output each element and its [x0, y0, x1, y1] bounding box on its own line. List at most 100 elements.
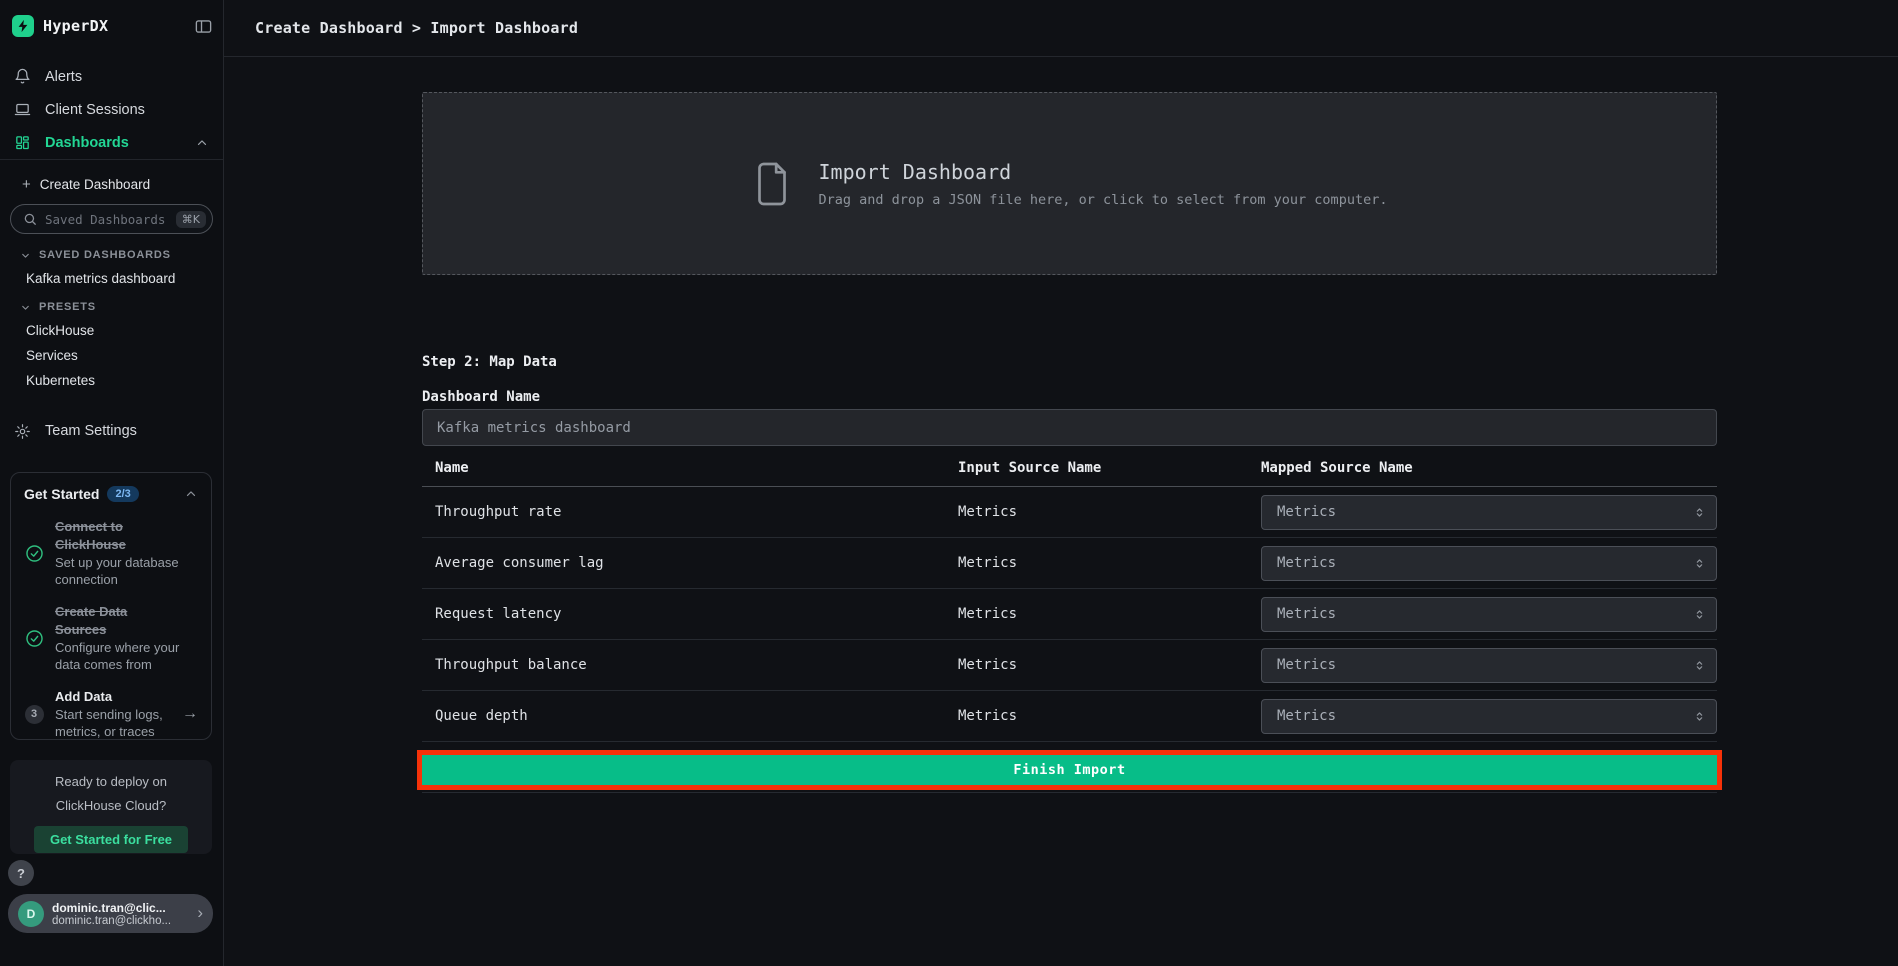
mapped-source-value: Metrics	[1277, 708, 1336, 724]
sidebar-item-team-settings[interactable]: Team Settings	[0, 419, 223, 443]
plus-icon: +	[22, 176, 31, 193]
select-chevrons-icon	[1693, 710, 1706, 723]
create-dashboard-label: Create Dashboard	[40, 177, 150, 192]
select-chevrons-icon	[1693, 557, 1706, 570]
row-name-cell: Throughput rate	[435, 504, 958, 520]
saved-dashboards-search[interactable]: ⌘K	[10, 204, 213, 234]
mapped-source-select[interactable]: Metrics	[1261, 546, 1717, 581]
team-settings-label: Team Settings	[45, 423, 137, 439]
import-dropzone[interactable]: Import Dashboard Drag and drop a JSON fi…	[422, 92, 1717, 275]
dropzone-title: Import Dashboard	[819, 160, 1388, 184]
row-input-source-cell: Metrics	[958, 555, 1261, 571]
file-icon	[752, 159, 792, 209]
step-create-data-sources: Create Data Sources Configure where your…	[24, 603, 198, 673]
row-input-source-cell: Metrics	[958, 708, 1261, 724]
chevron-down-icon	[20, 250, 31, 261]
section-title-label: SAVED DASHBOARDS	[39, 249, 171, 261]
map-data-table: Name Input Source Name Mapped Source Nam…	[422, 406, 1717, 793]
step-description: Set up your database connection	[55, 554, 182, 588]
cloud-card-line2: ClickHouse Cloud?	[10, 794, 212, 818]
help-button[interactable]: ?	[8, 860, 34, 886]
chevron-up-icon[interactable]	[184, 487, 198, 501]
hyperdx-logo-icon	[12, 15, 34, 37]
get-started-title: Get Started	[24, 486, 99, 502]
laptop-icon	[14, 101, 32, 118]
dashboard-grid-icon	[14, 134, 32, 151]
step-description: Start sending logs, metrics, or traces	[55, 706, 182, 740]
check-circle-icon	[24, 544, 44, 563]
select-chevrons-icon	[1693, 608, 1706, 621]
chevron-down-icon	[20, 302, 31, 313]
check-circle-icon	[24, 629, 44, 648]
row-name-cell: Request latency	[435, 606, 958, 622]
step-connect-clickhouse: Connect to ClickHouse Set up your databa…	[24, 518, 198, 588]
sidebar-item-kafka-dashboard[interactable]: Kafka metrics dashboard	[0, 270, 223, 287]
table-row: Request latency Metrics Metrics	[422, 589, 1717, 640]
section-saved-dashboards[interactable]: SAVED DASHBOARDS	[0, 249, 223, 261]
sidebar-item-clickhouse-preset[interactable]: ClickHouse	[0, 322, 223, 339]
sidebar-item-label: Alerts	[45, 69, 82, 85]
sidebar-item-dashboards[interactable]: Dashboards	[0, 126, 223, 159]
row-input-source-cell: Metrics	[958, 606, 1261, 622]
column-header-input-source: Input Source Name	[958, 460, 1261, 476]
row-name-cell: Queue depth	[435, 708, 958, 724]
chevron-up-icon[interactable]	[195, 136, 209, 150]
finish-import-button[interactable]: Finish Import	[422, 755, 1717, 785]
mapped-source-select[interactable]: Metrics	[1261, 495, 1717, 530]
step-title: Add Data	[55, 689, 112, 704]
get-started-card: Get Started 2/3 Connect to ClickHouse Se…	[10, 472, 212, 740]
table-row: Average consumer lag Metrics Metrics	[422, 538, 1717, 589]
sidebar-nav: Alerts Client Sessions Dashboards	[0, 60, 223, 159]
dashboard-name-label: Dashboard Name	[422, 389, 540, 405]
step-title: Connect to ClickHouse	[55, 519, 126, 552]
create-dashboard-button[interactable]: + Create Dashboard	[0, 170, 223, 198]
sidebar-item-kubernetes-preset[interactable]: Kubernetes	[0, 372, 223, 389]
progress-badge: 2/3	[107, 486, 138, 502]
mapped-source-value: Metrics	[1277, 555, 1336, 571]
sidebar-item-label: Client Sessions	[45, 102, 145, 118]
bell-icon	[14, 68, 32, 85]
avatar: D	[18, 901, 44, 927]
gear-icon	[14, 423, 32, 440]
column-header-mapped-source: Mapped Source Name	[1261, 460, 1717, 476]
sidebar-item-alerts[interactable]: Alerts	[0, 60, 223, 93]
search-input[interactable]	[45, 212, 176, 227]
sidebar-item-services-preset[interactable]: Services	[0, 347, 223, 364]
search-icon	[23, 212, 37, 226]
arrow-right-icon[interactable]: →	[182, 705, 198, 723]
user-menu[interactable]: D dominic.tran@clic... dominic.tran@clic…	[8, 894, 213, 933]
mapped-source-select[interactable]: Metrics	[1261, 699, 1717, 734]
column-header-name: Name	[435, 460, 958, 476]
get-started-free-button[interactable]: Get Started for Free	[34, 826, 188, 853]
clickhouse-cloud-card: Ready to deploy on ClickHouse Cloud? Get…	[10, 760, 212, 854]
keyboard-shortcut-badge: ⌘K	[176, 211, 206, 228]
table-row: Queue depth Metrics Metrics	[422, 691, 1717, 742]
section-presets[interactable]: PRESETS	[0, 301, 223, 313]
section-title-label: PRESETS	[39, 301, 96, 313]
topbar: Create Dashboard > Import Dashboard	[224, 0, 1898, 57]
breadcrumb: Create Dashboard > Import Dashboard	[255, 19, 578, 37]
sidebar: HyperDX Alerts Client Sessions Dashboard…	[0, 0, 224, 966]
user-name: dominic.tran@clic...	[52, 901, 171, 915]
table-header-row: Name Input Source Name Mapped Source Nam…	[422, 460, 1717, 487]
map-table-body: Throughput rate Metrics Metrics Average …	[422, 487, 1717, 793]
sidebar-divider	[0, 159, 223, 160]
mapped-source-select[interactable]: Metrics	[1261, 648, 1717, 683]
row-name-cell: Throughput balance	[435, 657, 958, 673]
get-started-header[interactable]: Get Started 2/3	[24, 486, 198, 502]
mapped-source-select[interactable]: Metrics	[1261, 597, 1717, 632]
select-chevrons-icon	[1693, 506, 1706, 519]
mapped-source-value: Metrics	[1277, 504, 1336, 520]
mapped-source-value: Metrics	[1277, 657, 1336, 673]
step-add-data[interactable]: 3 Add Data Start sending logs, metrics, …	[24, 688, 198, 740]
sidebar-item-client-sessions[interactable]: Client Sessions	[0, 93, 223, 126]
select-chevrons-icon	[1693, 659, 1706, 672]
table-row: Throughput rate Metrics Metrics	[422, 487, 1717, 538]
dashboards-subsection: + Create Dashboard ⌘K SAVED DASHBOARDS K…	[0, 170, 223, 389]
get-started-steps: Connect to ClickHouse Set up your databa…	[24, 518, 198, 740]
row-input-source-cell: Metrics	[958, 504, 1261, 520]
cloud-card-line1: Ready to deploy on	[10, 770, 212, 794]
dropzone-subtitle: Drag and drop a JSON file here, or click…	[819, 192, 1388, 208]
sidebar-collapse-icon[interactable]	[194, 17, 213, 36]
table-row: Throughput balance Metrics Metrics	[422, 640, 1717, 691]
